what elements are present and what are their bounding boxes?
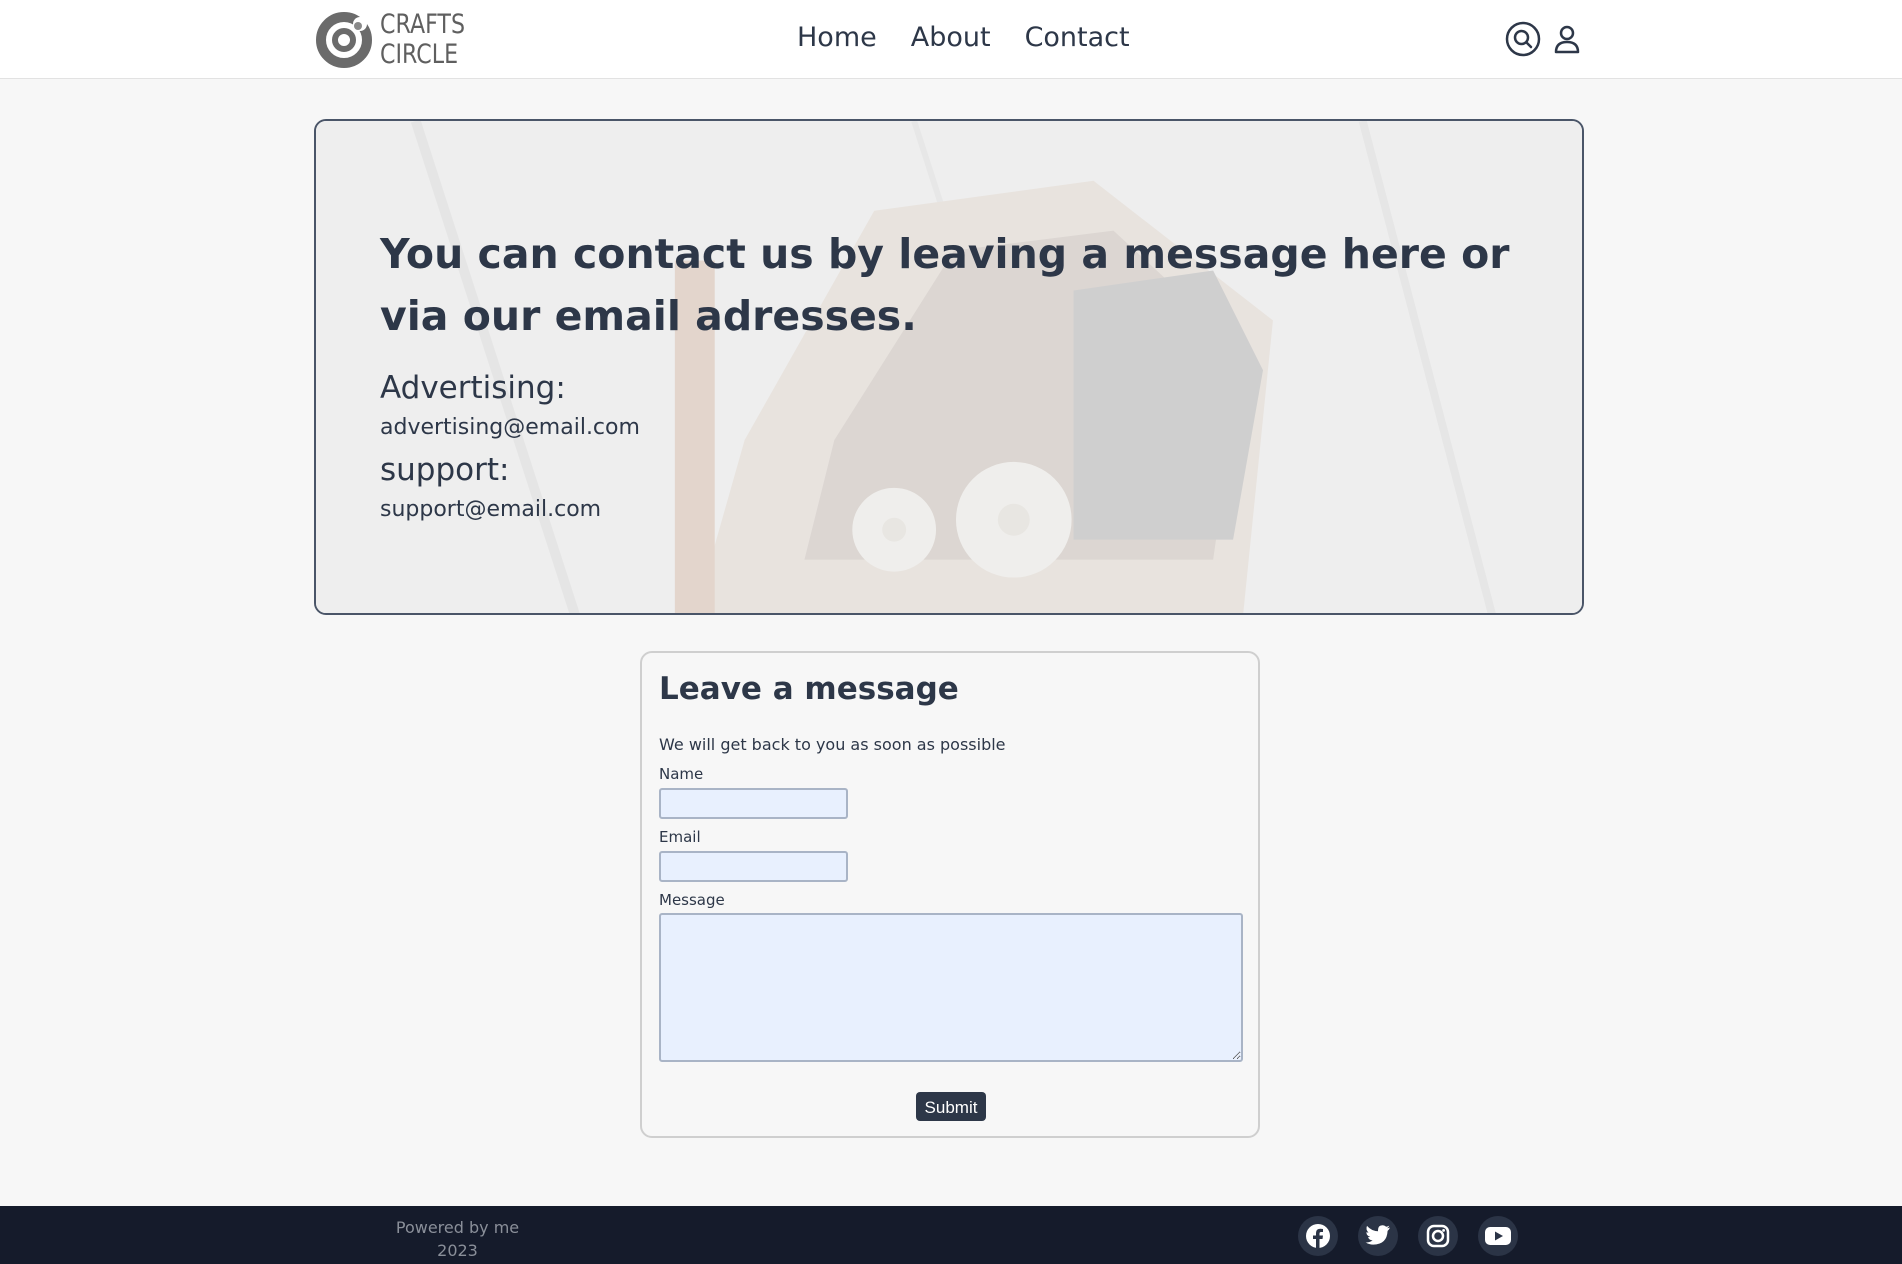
name-input[interactable] [659,788,848,819]
logo-text: CRAFTS CIRCLE [380,10,465,70]
email-input[interactable] [659,851,848,882]
logo-line2: CIRCLE [380,39,459,70]
site-header: CRAFTS CIRCLE Home About Contact [0,0,1902,79]
message-label: Message [659,891,725,909]
form-subtitle: We will get back to you as soon as possi… [659,735,1006,754]
support-label: support: [380,452,510,488]
logo-line1: CRAFTS [380,9,466,40]
main-nav: Home About Contact [797,18,1130,58]
search-icon[interactable] [1505,21,1541,57]
contact-hero: You can contact us by leaving a message … [314,119,1584,615]
logo[interactable]: CRAFTS CIRCLE [314,10,484,70]
form-title: Leave a message [659,671,959,707]
advertising-label: Advertising: [380,370,566,406]
support-email[interactable]: support@email.com [380,491,1540,529]
hero-title: You can contact us by leaving a message … [380,230,1510,340]
footer-powered: Powered by me [395,1218,520,1237]
hero-content: You can contact us by leaving a message … [380,223,1540,529]
submit-button[interactable]: Submit [916,1092,986,1121]
advertising-email[interactable]: advertising@email.com [380,409,1540,447]
footer-credits: Powered by me 2023 [380,1216,535,1262]
nav-contact[interactable]: Contact [1025,18,1130,58]
logo-icon [316,12,372,68]
nav-about[interactable]: About [911,18,991,58]
site-footer: Powered by me 2023 [0,1206,1902,1264]
email-label: Email [659,828,701,846]
user-icon[interactable] [1553,24,1581,54]
twitter-icon[interactable] [1358,1216,1398,1256]
instagram-icon[interactable] [1418,1216,1458,1256]
nav-home[interactable]: Home [797,18,877,58]
facebook-icon[interactable] [1298,1216,1338,1256]
footer-year: 2023 [437,1241,478,1260]
youtube-icon[interactable] [1478,1216,1518,1256]
message-textarea[interactable] [659,913,1243,1062]
message-form-card: Leave a message We will get back to you … [640,651,1260,1138]
name-label: Name [659,765,704,783]
